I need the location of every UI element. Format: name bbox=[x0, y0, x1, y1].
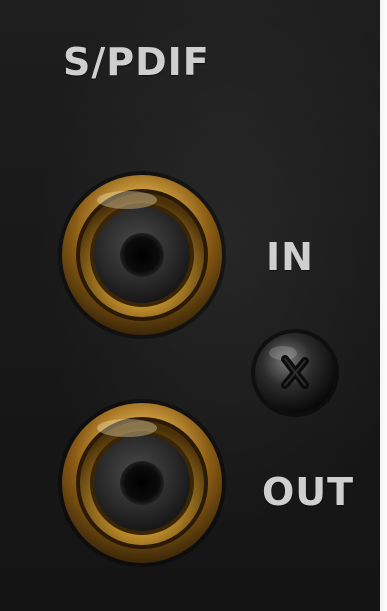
rca-jack-out-icon[interactable] bbox=[57, 398, 227, 568]
port-label-out: OUT bbox=[262, 470, 355, 514]
spdif-panel: S/PDIF IN OUT bbox=[0, 0, 380, 611]
screw-icon bbox=[251, 329, 339, 417]
rca-jack-in-icon[interactable] bbox=[57, 170, 227, 340]
panel-title: S/PDIF bbox=[63, 40, 210, 84]
page-edge bbox=[380, 0, 387, 611]
port-label-in: IN bbox=[266, 235, 314, 279]
